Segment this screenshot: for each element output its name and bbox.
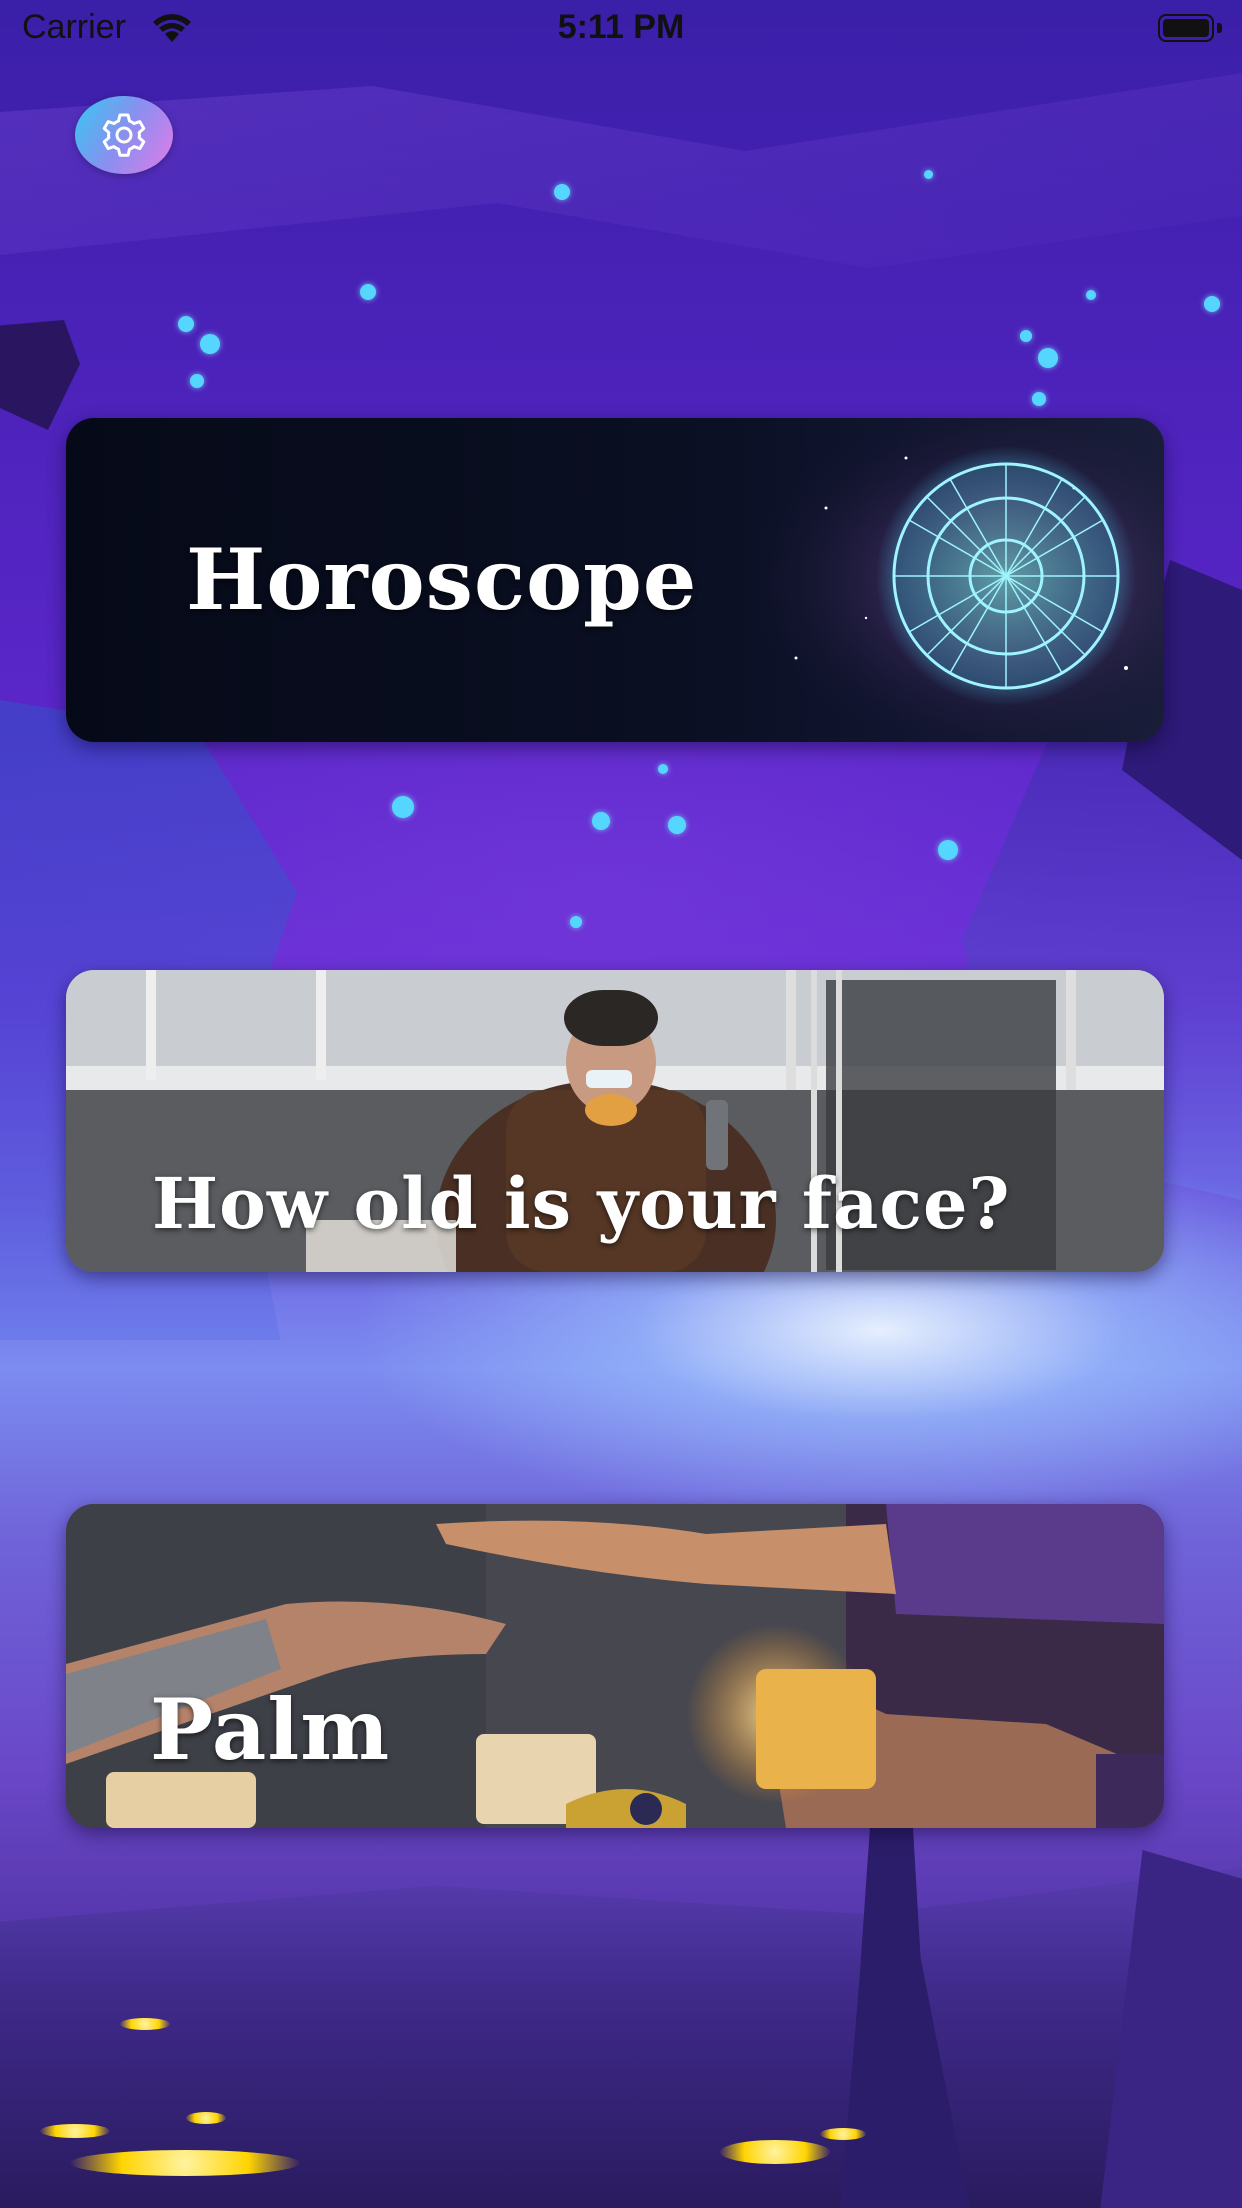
star-dot: [554, 184, 570, 200]
lava-glow: [720, 2140, 830, 2164]
status-bar: Carrier 5:11 PM: [0, 0, 1242, 60]
star-dot: [200, 334, 220, 354]
star-dot: [658, 764, 668, 774]
star-dot: [592, 812, 610, 830]
star-dot: [924, 170, 933, 179]
face-age-card[interactable]: How old is your face?: [66, 970, 1164, 1272]
horoscope-title: Horoscope: [186, 530, 698, 629]
background-rock: [0, 320, 80, 430]
lava-glow: [120, 2018, 170, 2030]
star-dot: [668, 816, 686, 834]
lava-glow: [40, 2124, 110, 2138]
home-screen: Carrier 5:11 PM Horoscope How old is you…: [0, 0, 1242, 2208]
star-dot: [1020, 330, 1032, 342]
star-dot: [938, 840, 958, 860]
face-age-title: How old is your face?: [152, 1162, 1011, 1245]
star-dot: [178, 316, 194, 332]
lava-glow: [186, 2112, 226, 2124]
star-dot: [1204, 296, 1220, 312]
settings-button[interactable]: [75, 96, 173, 174]
zodiac-wheel-image: [706, 418, 1164, 742]
star-dot: [1086, 290, 1096, 300]
star-dot: [1032, 392, 1046, 406]
lava-glow: [820, 2128, 866, 2140]
lava-glow: [70, 2150, 300, 2176]
battery-icon: [1158, 14, 1222, 42]
star-dot: [1038, 348, 1058, 368]
palm-reading-hands-photo: [66, 1504, 1164, 1828]
palm-card[interactable]: Palm: [66, 1504, 1164, 1828]
star-dot: [190, 374, 204, 388]
horoscope-card[interactable]: Horoscope: [66, 418, 1164, 742]
gear-icon: [102, 113, 146, 157]
star-dot: [360, 284, 376, 300]
status-time: 5:11 PM: [557, 8, 685, 46]
star-dot: [392, 796, 414, 818]
palm-title: Palm: [150, 1680, 391, 1779]
star-dot: [570, 916, 582, 928]
background-ridge: [0, 73, 1242, 268]
